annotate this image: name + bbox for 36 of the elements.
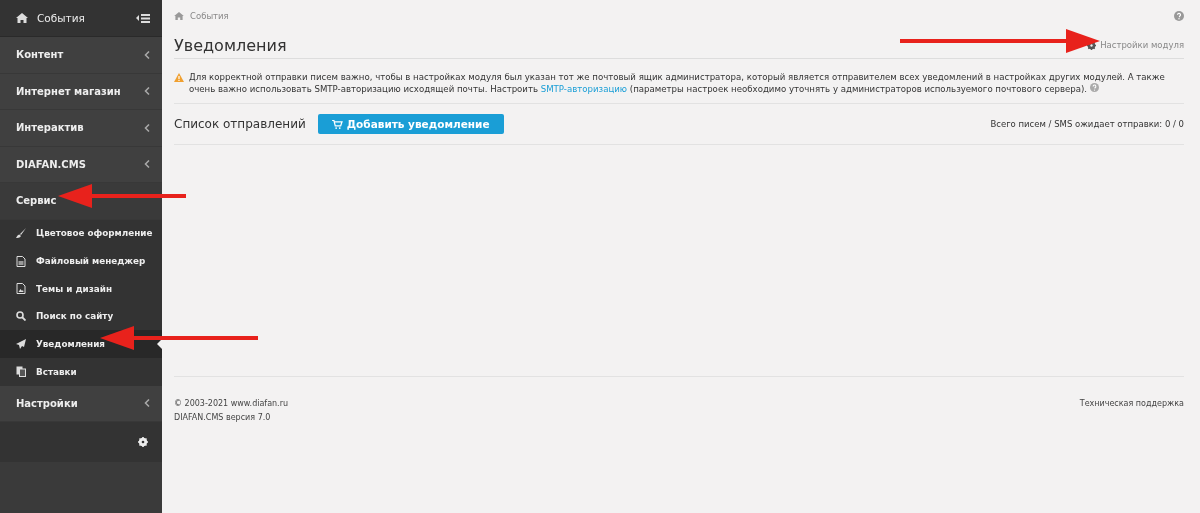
chevron-icon (144, 399, 150, 408)
warning-icon (174, 73, 184, 82)
paper-plane-icon (16, 339, 26, 350)
sidebar-item[interactable]: Поиск по сайту (0, 302, 162, 331)
sidebar-section[interactable]: Интерактив (0, 110, 162, 147)
help-icon[interactable] (1174, 11, 1184, 21)
support-link[interactable]: Техническая поддержка (1079, 399, 1184, 422)
search-icon (16, 311, 26, 322)
settings-icon (1087, 40, 1097, 50)
menu-toggle-icon[interactable] (136, 13, 150, 23)
sidebar-item[interactable]: Вставки (0, 357, 162, 386)
section-title: Список отправлений (174, 117, 306, 131)
notice-text: Для корректной отправки писем важно, чтобы в настройках модуля был указан тот же почтовый ящик администратора, который является отправителем всех уведомлений в настройках других модулей. А также очень важно использовать SMTP-авторизацию исходящей почты. Настроить SMTP-авторизацию (параметры настроек необходимо уточнять у администраторов используемого почтового сервера). (189, 71, 1166, 95)
sidebar-section[interactable]: Контент (0, 37, 162, 74)
home-icon (174, 12, 184, 20)
copyright-text: © 2003-2021 www.diafan.ru (174, 399, 289, 408)
chevron-icon (144, 50, 150, 59)
chevron-icon (144, 123, 150, 132)
sidebar-item[interactable]: Файловый менеджер (0, 247, 162, 275)
chevron-icon (144, 160, 150, 169)
home-icon (16, 13, 28, 23)
sidebar-item[interactable]: Темы и дизайн (0, 274, 162, 303)
sidebar-header-link[interactable]: События (37, 12, 127, 24)
file-icon (16, 255, 26, 267)
chevron-icon (144, 87, 150, 96)
sidebar-section[interactable]: Интернет магазин (0, 73, 162, 110)
queue-counter: Всего писем / SMS ожидает отправки: 0 / 0 (990, 119, 1184, 129)
sidebar-section[interactable]: DIAFAN.CMS (0, 146, 162, 183)
image-file-icon (16, 283, 26, 295)
copy-icon (16, 366, 26, 378)
sidebar-section[interactable]: Настройки (0, 385, 162, 423)
sidebar-item[interactable]: Цветовое оформление (0, 219, 162, 248)
cart-icon (331, 119, 343, 129)
settings-icon[interactable] (138, 437, 148, 448)
page-title: Уведомления (174, 35, 287, 55)
version-text: DIAFAN.CMS версия 7.0 (174, 413, 272, 422)
